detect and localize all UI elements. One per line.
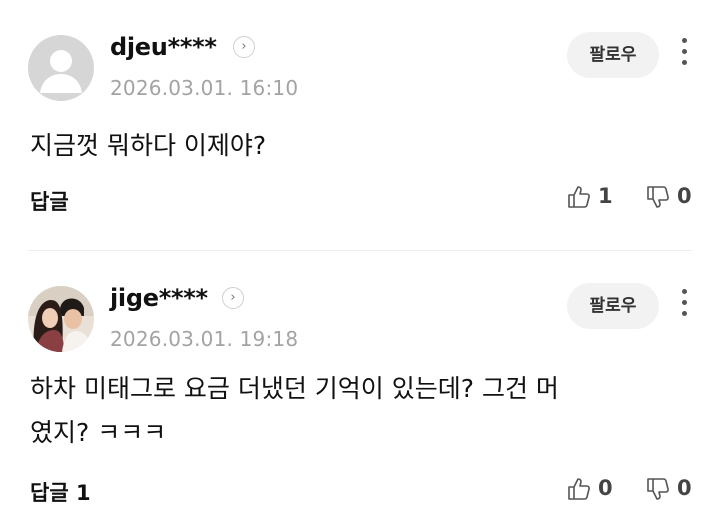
comment-item: djeu**** › 2026.03.01. 16:10 팔로우 지금껏 뭐하다…: [0, 0, 720, 250]
thumbs-up-icon: [568, 186, 590, 208]
thumbs-down-icon: [647, 478, 669, 500]
dislike-button[interactable]: 0: [645, 184, 695, 212]
like-count: 1: [598, 184, 613, 208]
thumbs-down-icon: [647, 186, 669, 208]
chevron-right-icon[interactable]: ›: [233, 36, 255, 58]
username[interactable]: jige****: [110, 284, 208, 312]
couple-photo-icon: [28, 286, 94, 352]
thumbs-up-icon: [568, 478, 590, 500]
default-person-icon: [28, 35, 94, 101]
dislike-button[interactable]: 0: [645, 476, 695, 504]
like-button[interactable]: 1: [566, 184, 616, 212]
timestamp: 2026.03.01. 16:10: [110, 76, 299, 100]
reply-button[interactable]: 답글 1: [30, 477, 91, 507]
avatar[interactable]: [28, 35, 94, 101]
avatar[interactable]: [28, 286, 94, 352]
comment-text-line-1: 하차 미태그로 요금 더냈던 기억이 있는데? 그건 머: [30, 374, 559, 403]
like-button[interactable]: 0: [566, 476, 616, 504]
like-count: 0: [598, 476, 613, 500]
comment-text: 지금껏 뭐하다 이제야?: [30, 131, 267, 160]
username[interactable]: djeu****: [110, 33, 217, 61]
timestamp: 2026.03.01. 19:18: [110, 327, 299, 351]
reply-button[interactable]: 답글: [30, 186, 69, 216]
comment-text-line-2: 였지? ㅋㅋㅋ: [30, 418, 167, 447]
kebab-menu-icon[interactable]: [676, 289, 692, 323]
comment-item: jige**** › 2026.03.01. 19:18 팔로우 하차 미태그로…: [0, 251, 720, 529]
kebab-menu-icon[interactable]: [676, 38, 692, 72]
follow-button[interactable]: 팔로우: [567, 32, 659, 78]
dislike-count: 0: [677, 184, 692, 208]
follow-button[interactable]: 팔로우: [567, 283, 659, 329]
chevron-right-icon[interactable]: ›: [222, 287, 244, 309]
dislike-count: 0: [677, 476, 692, 500]
